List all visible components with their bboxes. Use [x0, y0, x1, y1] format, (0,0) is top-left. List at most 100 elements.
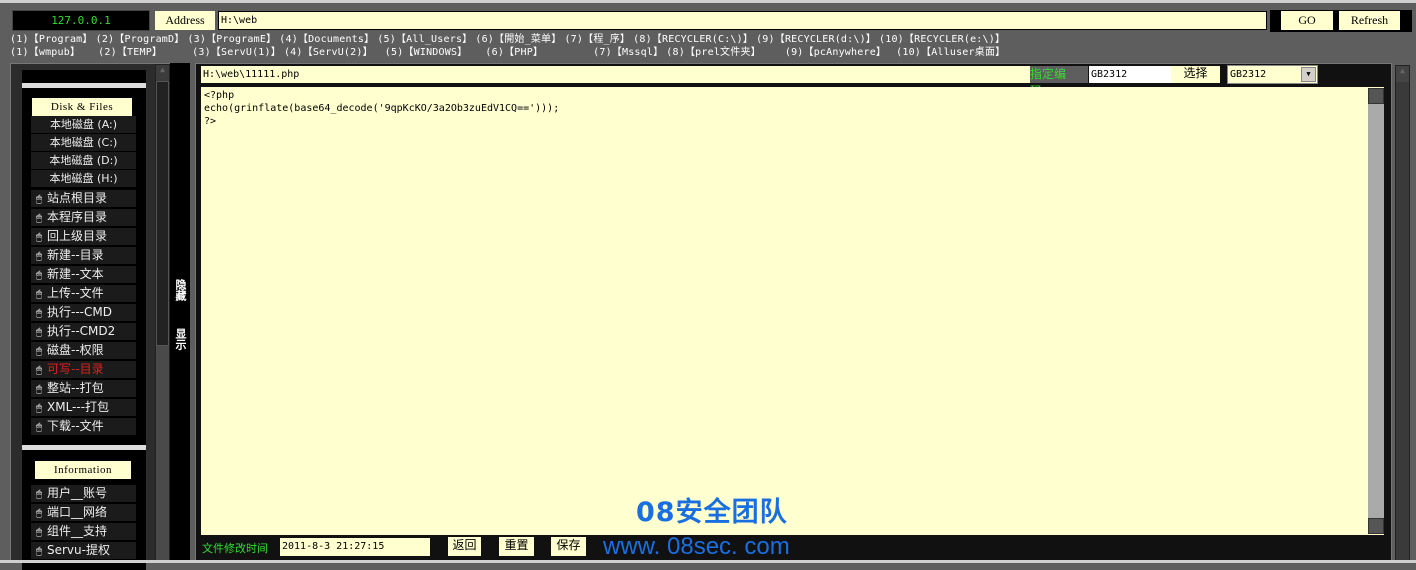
back-button[interactable]: 返回	[448, 537, 481, 556]
save-button[interactable]: 保存	[551, 537, 586, 556]
scroll-thumb[interactable]	[156, 81, 169, 346]
modified-time-label: 文件修改时间	[202, 542, 268, 555]
quick-links-row-2: (1)【wmpub】 (2)【TEMP】 (3)【ServU(1)】 (4)【Serv…	[10, 47, 1008, 59]
sidebar-item-label: 组件__支持	[47, 524, 108, 538]
sidebar-item[interactable]: 🖱 整站--打包	[31, 380, 136, 397]
sidebar-item[interactable]: 🖱 Servu-提权	[31, 542, 136, 559]
quick-link[interactable]: (3)【ProgramE】	[187, 34, 276, 45]
go-button[interactable]: GO	[1281, 11, 1333, 30]
quick-link[interactable]: (1)【Program】	[10, 34, 93, 45]
quick-link[interactable]: (7)【程_序】	[564, 34, 630, 45]
window-top-border	[0, 0, 1416, 3]
mouse-icon: 🖱	[36, 384, 42, 395]
mouse-icon: 🖱	[36, 489, 42, 500]
sidebar-item[interactable]: 🖱 本程序目录	[31, 209, 136, 226]
sidebar-item[interactable]: 🖱 新建--目录	[31, 247, 136, 264]
disk-d[interactable]: 本地磁盘 (D:)	[31, 152, 136, 169]
quick-link[interactable]: (9)【RECYCLER(d:\)】	[756, 34, 876, 45]
mouse-icon: 🖱	[36, 251, 42, 262]
quick-link[interactable]: (3)【ServU(1)】	[192, 47, 281, 58]
choose-encoding-button[interactable]: 选择	[1171, 66, 1220, 83]
quick-link[interactable]: (4)【ServU(2)】	[284, 47, 373, 58]
sidebar-item-label: 本程序目录	[47, 210, 108, 224]
sidebar-item-label: XML---打包	[47, 400, 110, 414]
sidebar-item-label: 新建--目录	[47, 248, 104, 262]
scroll-down-button[interactable]	[1368, 518, 1384, 534]
reset-button[interactable]: 重置	[499, 537, 534, 556]
file-path-field[interactable]: H:\web\11111.php	[201, 66, 1030, 83]
information-header: Information	[35, 461, 131, 479]
disk-h[interactable]: 本地磁盘 (H:)	[31, 170, 136, 187]
disk-c[interactable]: 本地磁盘 (C:)	[31, 134, 136, 151]
quick-link[interactable]: (2)【ProgramD】	[96, 34, 185, 45]
sidebar-item[interactable]: 🖱 可写--目录	[31, 361, 136, 378]
address-input[interactable]	[218, 11, 1267, 30]
ip-display: 127.0.0.1	[12, 10, 150, 31]
encoding-input[interactable]: GB2312	[1089, 66, 1171, 83]
quick-link[interactable]: (8)【prel文件夹】	[666, 47, 761, 58]
sidebar-item-label: 上传--文件	[47, 286, 104, 300]
quick-link[interactable]: (4)【Documents】	[279, 34, 374, 45]
quick-link[interactable]: (5)【All_Users】	[377, 34, 472, 45]
mouse-icon: 🖱	[36, 508, 42, 519]
sidebar-item[interactable]: 🖱 站点根目录	[31, 190, 136, 207]
chevron-down-icon[interactable]: ▼	[1301, 67, 1316, 82]
mouse-icon: 🖱	[36, 546, 42, 557]
sidebar-item[interactable]: 🖱 磁盘--权限	[31, 342, 136, 359]
quick-link[interactable]: (6)【開始_菜单】	[475, 34, 561, 45]
outer-scrollbar[interactable]: ▲	[1395, 65, 1410, 561]
sidebar-scrollbar[interactable]: ▲	[155, 64, 170, 562]
watermark-title: 08安全团队	[636, 497, 788, 528]
sidebar-item[interactable]: 🖱 XML---打包	[31, 399, 136, 416]
sidebar-item[interactable]: 🖱 下载--文件	[31, 418, 136, 435]
sidebar-item-label: 站点根目录	[47, 191, 108, 205]
sidebar-menu: Disk & Files 本地磁盘 (A:) 本地磁盘 (C:) 本地磁盘 (D…	[22, 70, 146, 570]
sidebar-item-label: Servu-提权	[47, 543, 110, 557]
mouse-icon: 🖱	[36, 403, 42, 414]
mouse-icon: 🖱	[36, 527, 42, 538]
scroll-up-button[interactable]: ▲	[1396, 66, 1409, 82]
disk-a[interactable]: 本地磁盘 (A:)	[31, 116, 136, 133]
mouse-icon: 🖱	[36, 308, 42, 319]
quick-link[interactable]: (8)【RECYCLER(C:\)】	[633, 34, 753, 45]
encoding-select[interactable]: GB2312 ▼	[1227, 65, 1318, 84]
sidebar-item-label: 新建--文本	[47, 267, 104, 281]
sidebar-item[interactable]: 🖱 端口__网络	[31, 504, 136, 521]
editor-scrollbar[interactable]	[1368, 88, 1384, 534]
mouse-icon: 🖱	[36, 232, 42, 243]
sidebar-item[interactable]: 🖱 回上级目录	[31, 228, 136, 245]
quick-link[interactable]: (6)【PHP】	[485, 47, 543, 58]
sidebar-item[interactable]: 🖱 执行--CMD2	[31, 323, 136, 340]
modified-time-input[interactable]: 2011-8-3 21:27:15	[280, 538, 430, 556]
sidebar-item-label: 可写--目录	[47, 362, 104, 376]
divider	[22, 83, 146, 88]
quick-link[interactable]: (7)【Mssql】	[593, 47, 663, 58]
sidebar-item[interactable]: 🖱 组件__支持	[31, 523, 136, 540]
encoding-label: 指定编码：	[1030, 66, 1088, 98]
quick-link[interactable]: (10)【RECYCLER(e:\)】	[879, 34, 1005, 45]
mouse-icon: 🖱	[36, 213, 42, 224]
hide-sidebar-button[interactable]: 隐藏	[170, 279, 190, 301]
file-content-editor[interactable]: <?php echo(grinflate(base64_decode('9qpK…	[201, 87, 1384, 535]
sidebar-item-label: 执行---CMD	[47, 305, 112, 319]
show-sidebar-button[interactable]: 显示	[170, 328, 190, 350]
sidebar-item[interactable]: 🖱 上传--文件	[31, 285, 136, 302]
sidebar-item[interactable]: 🖱 用户__账号	[31, 485, 136, 502]
watermark-url: www. 08sec. com	[603, 533, 790, 560]
quick-link[interactable]: (9)【pcAnywhere】	[785, 47, 886, 58]
mouse-icon: 🖱	[36, 270, 42, 281]
quick-link[interactable]: (5)【WINDOWS】	[385, 47, 468, 58]
sidebar-item-label: 整站--打包	[47, 381, 104, 395]
sidebar-item-label: 下载--文件	[47, 419, 104, 433]
quick-link[interactable]: (2)【TEMP】	[98, 47, 162, 58]
sidebar-item-label: 回上级目录	[47, 229, 108, 243]
scroll-up-button[interactable]	[1368, 88, 1384, 104]
address-button[interactable]: Address	[155, 11, 215, 30]
sidebar-item[interactable]: 🖱 新建--文本	[31, 266, 136, 283]
refresh-button[interactable]: Refresh	[1339, 11, 1400, 30]
sidebar-item[interactable]: 🖱 执行---CMD	[31, 304, 136, 321]
scroll-up-button[interactable]: ▲	[156, 65, 169, 81]
quick-link[interactable]: (1)【wmpub】	[10, 47, 80, 58]
sidebar-item-label: 磁盘--权限	[47, 343, 104, 357]
quick-link[interactable]: (10)【Alluser桌面】	[896, 47, 1005, 58]
